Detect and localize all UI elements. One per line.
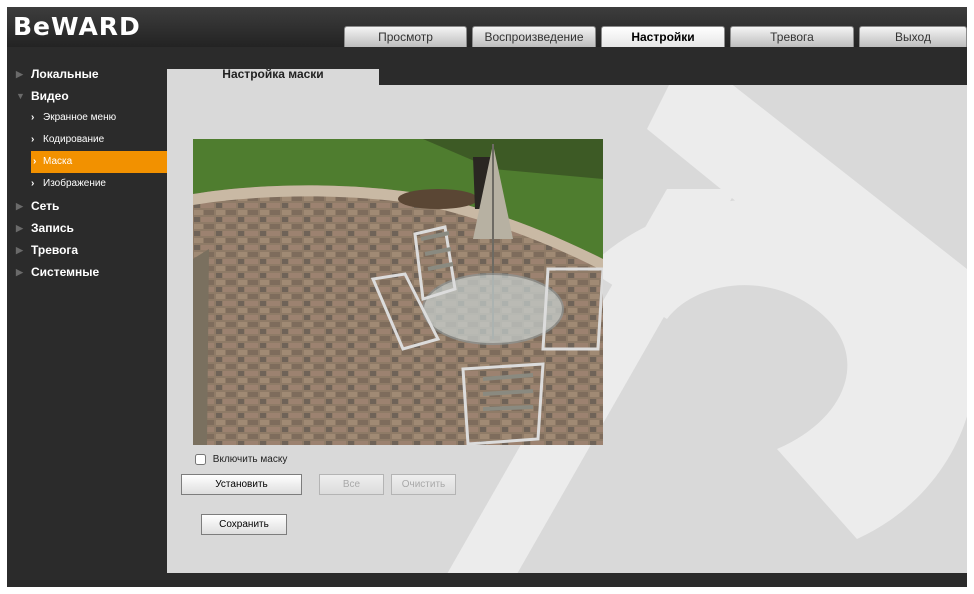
- collapsed-arrow-icon: ▶: [16, 267, 23, 277]
- sidebar-item-label: Тревога: [31, 243, 79, 257]
- sidebar-item-label: Системные: [31, 265, 100, 279]
- tab-alarm[interactable]: Тревога: [730, 26, 854, 47]
- camera-image: [193, 139, 603, 445]
- collapsed-arrow-icon: ▶: [16, 245, 23, 255]
- content-panel: Настройка маски Включить маску Установит…: [167, 69, 967, 573]
- collapsed-arrow-icon: ▶: [16, 223, 23, 233]
- app-frame: BeWARD Просмотр Воспроизведение Настройк…: [7, 7, 967, 587]
- footer-bar: [7, 573, 967, 587]
- chevron-right-icon: ›: [31, 134, 35, 145]
- sidebar-item-local[interactable]: ▶ Локальные: [7, 63, 167, 85]
- sidebar-item-record[interactable]: ▶ Запись: [7, 217, 167, 239]
- sidebar-item-system[interactable]: ▶ Системные: [7, 261, 167, 283]
- sidebar-subitem-label: Экранное меню: [43, 112, 117, 123]
- sidebar-subitem-label: Кодирование: [43, 134, 105, 145]
- expanded-arrow-icon: ▼: [16, 91, 25, 101]
- save-button[interactable]: Сохранить: [201, 514, 287, 535]
- sidebar-item-label: Локальные: [31, 67, 99, 81]
- enable-mask-label: Включить маску: [212, 454, 288, 466]
- sidebar: ▶ Локальные ▼ Видео › Экранное меню › Ко…: [7, 47, 167, 587]
- sidebar-item-label: Запись: [31, 221, 74, 235]
- header-bar: BeWARD Просмотр Воспроизведение Настройк…: [7, 7, 967, 47]
- tab-view[interactable]: Просмотр: [344, 26, 467, 47]
- content-tab-strip: [379, 69, 967, 85]
- set-button[interactable]: Установить: [181, 474, 302, 495]
- video-preview[interactable]: [193, 139, 603, 445]
- sidebar-subitem-image[interactable]: › Изображение: [7, 173, 167, 195]
- chevron-right-icon: ›: [31, 112, 35, 123]
- collapsed-arrow-icon: ▶: [16, 69, 23, 79]
- chevron-right-icon: ›: [33, 156, 37, 167]
- enable-mask-checkbox[interactable]: [195, 454, 206, 465]
- select-all-button[interactable]: Все: [319, 474, 384, 495]
- sidebar-subitem-label: Изображение: [43, 178, 106, 189]
- clear-button[interactable]: Очистить: [391, 474, 456, 495]
- tab-settings[interactable]: Настройки: [601, 26, 725, 47]
- enable-mask-row: Включить маску: [195, 454, 287, 465]
- collapsed-arrow-icon: ▶: [16, 201, 23, 211]
- page-title: Настройка маски: [167, 69, 379, 85]
- sidebar-subitem-encoding[interactable]: › Кодирование: [7, 129, 167, 151]
- sidebar-item-alarm[interactable]: ▶ Тревога: [7, 239, 167, 261]
- sidebar-subitem-osd[interactable]: › Экранное меню: [7, 107, 167, 129]
- sidebar-subitem-label: Маска: [43, 156, 73, 167]
- chevron-right-icon: ›: [31, 178, 35, 189]
- sidebar-item-network[interactable]: ▶ Сеть: [7, 195, 167, 217]
- tab-playback[interactable]: Воспроизведение: [472, 26, 596, 47]
- sidebar-item-video[interactable]: ▼ Видео: [7, 85, 167, 107]
- sidebar-item-label: Сеть: [31, 199, 60, 213]
- beward-logo: BeWARD: [13, 12, 141, 41]
- sidebar-item-label: Видео: [31, 89, 69, 103]
- tab-exit[interactable]: Выход: [859, 26, 967, 47]
- sidebar-subitem-mask[interactable]: › Маска: [31, 151, 167, 173]
